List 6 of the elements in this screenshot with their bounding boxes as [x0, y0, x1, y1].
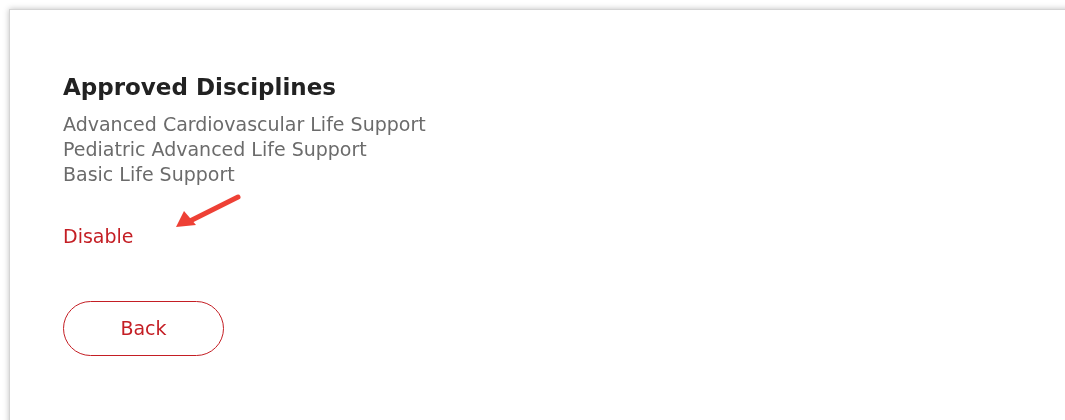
discipline-item: Pediatric Advanced Life Support — [63, 137, 367, 162]
section-title: Approved Disciplines — [63, 73, 337, 102]
discipline-item: Basic Life Support — [63, 162, 235, 187]
disable-link[interactable]: Disable — [63, 225, 134, 247]
discipline-item: Advanced Cardiovascular Life Support — [63, 112, 426, 137]
back-button[interactable]: Back — [63, 301, 224, 356]
